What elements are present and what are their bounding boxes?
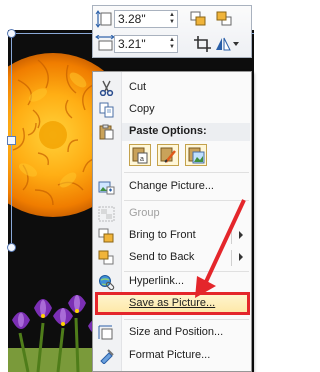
annotation-arrow-icon [195, 199, 246, 298]
